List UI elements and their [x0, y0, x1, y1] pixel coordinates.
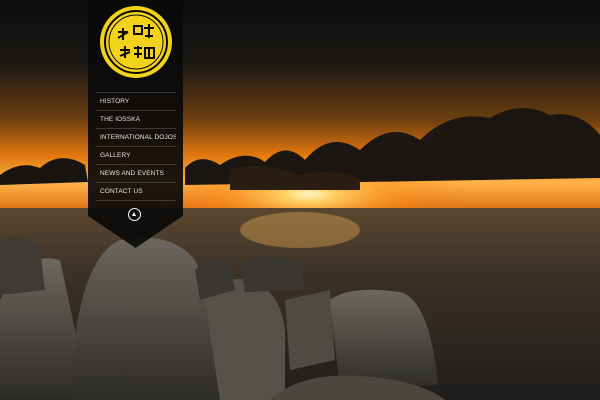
nav-item-international-dojos[interactable]: INTERNATIONAL DOJOS	[96, 128, 176, 146]
nav-item-news-and-events[interactable]: NEWS AND EVENTS	[96, 164, 176, 182]
dojo-emblem-icon[interactable]	[98, 4, 174, 80]
main-navigation-panel: HISTORY THE IOSSKA INTERNATIONAL DOJOS G…	[88, 0, 183, 248]
nav-menu: HISTORY THE IOSSKA INTERNATIONAL DOJOS G…	[96, 92, 176, 201]
nav-item-history[interactable]: HISTORY	[96, 92, 176, 110]
nav-item-contact-us[interactable]: CONTACT US	[96, 182, 176, 201]
arrow-up-icon[interactable]	[128, 208, 141, 221]
nav-item-the-iosska[interactable]: THE IOSSKA	[96, 110, 176, 128]
nav-item-gallery[interactable]: GALLERY	[96, 146, 176, 164]
